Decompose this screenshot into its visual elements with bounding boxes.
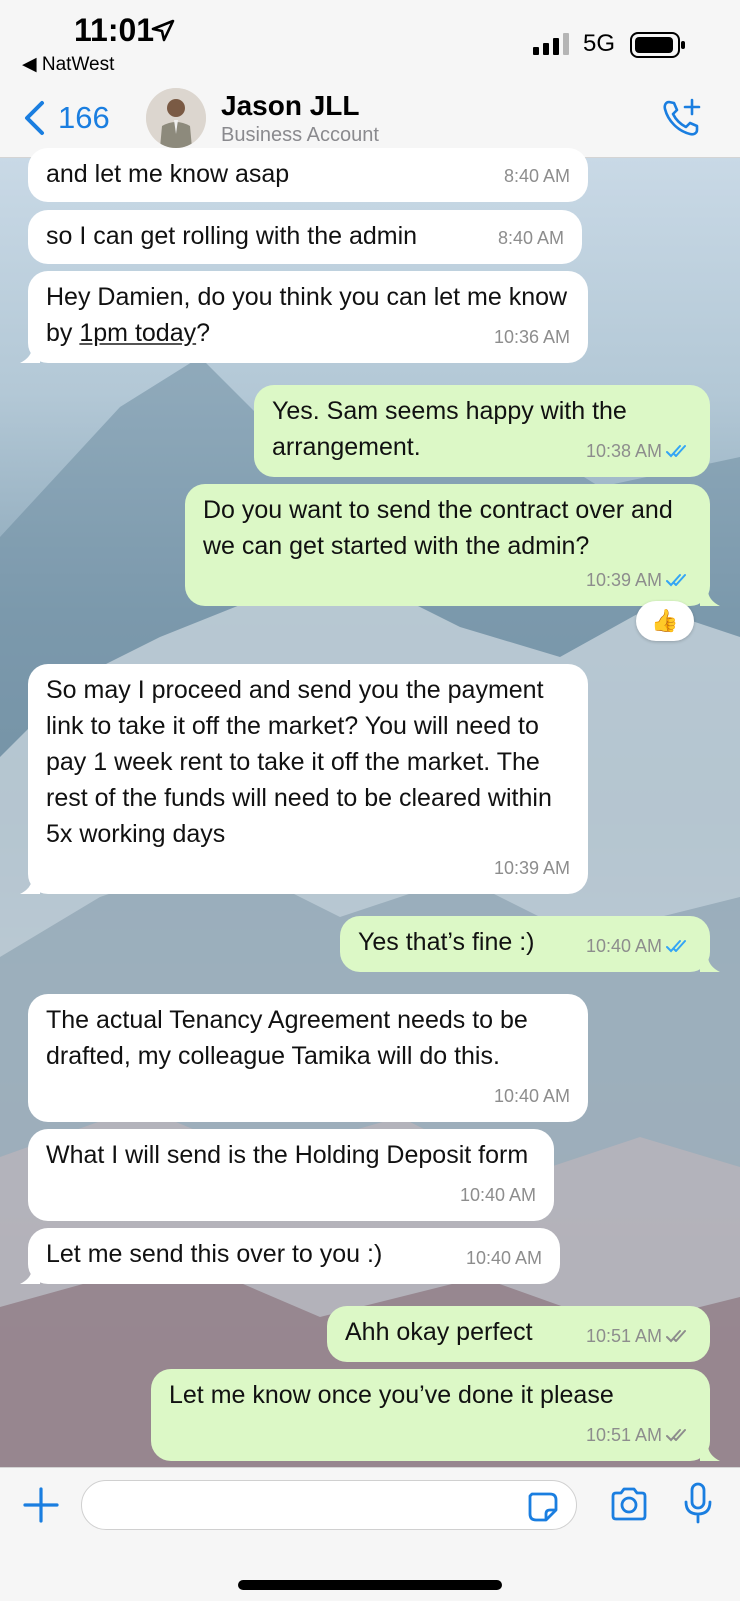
message-time: 10:40 AM xyxy=(585,936,662,956)
message-text: Do you want to send the contract over an… xyxy=(203,496,673,560)
chevron-left-icon xyxy=(25,101,44,135)
message-time: 10:40 AM xyxy=(459,1185,536,1205)
message-time: 10:39 AM xyxy=(585,570,662,590)
message-bubble-incoming[interactable]: Let me send this over to you :) 10:40 AM xyxy=(20,1228,560,1284)
message-text-part: ? xyxy=(196,319,211,347)
status-bar: 11:01 ◀ NatWest 5G xyxy=(0,0,740,82)
message-bubble-incoming[interactable]: and let me know asap 8:40 AM xyxy=(28,148,588,202)
back-button[interactable]: 166 xyxy=(22,100,110,136)
avatar-photo xyxy=(146,88,206,148)
message-bubble-outgoing[interactable]: Yes. Sam seems happy with the arrangemen… xyxy=(254,385,710,477)
avatar[interactable] xyxy=(146,88,206,148)
signal-icon xyxy=(533,33,569,55)
message-composer xyxy=(0,1467,740,1601)
message-meta: 10:38 AM xyxy=(586,433,692,469)
mic-icon[interactable] xyxy=(683,1482,713,1524)
back-app-label: NatWest xyxy=(41,54,115,75)
call-add-icon[interactable] xyxy=(660,96,704,140)
message-time: 10:40 AM xyxy=(493,1086,570,1106)
message-time: 10:36 AM xyxy=(493,327,570,347)
message-time: 8:40 AM xyxy=(503,166,570,186)
sticker-icon[interactable] xyxy=(526,1490,560,1524)
message-time: 10:39 AM xyxy=(493,858,570,878)
message-meta: 10:39 AM xyxy=(586,562,692,598)
message-time: 10:51 AM xyxy=(585,1326,662,1346)
message-text: The actual Tenancy Agreement needs to be… xyxy=(46,1006,528,1070)
message-bubble-outgoing[interactable]: Ahh okay perfect 10:51 AM xyxy=(327,1306,710,1362)
contact-name[interactable]: Jason JLL xyxy=(221,90,359,122)
double-check-icon xyxy=(666,1330,686,1343)
message-meta: 10:51 AM xyxy=(586,1318,692,1354)
message-time: 8:40 AM xyxy=(497,228,564,248)
message-meta: 10:40 AM xyxy=(586,928,692,964)
message-bubble-incoming[interactable]: so I can get rolling with the admin 8:40… xyxy=(28,210,582,264)
message-meta: 10:51 AM xyxy=(586,1417,692,1453)
battery-icon xyxy=(630,32,685,58)
bubble-tail xyxy=(700,590,720,606)
message-bubble-incoming[interactable]: Hey Damien, do you think you can let me … xyxy=(20,271,588,363)
message-text: What I will send is the Holding Deposit … xyxy=(46,1141,529,1169)
contact-subtitle: Business Account xyxy=(221,124,379,146)
unread-count: 166 xyxy=(58,100,110,135)
message-text: Yes. Sam seems happy with the arrangemen… xyxy=(272,397,627,461)
message-text: so I can get rolling with the admin xyxy=(46,222,418,250)
home-indicator[interactable] xyxy=(238,1580,502,1590)
message-text: and let me know asap xyxy=(46,160,290,188)
network-type: 5G xyxy=(583,30,616,57)
bubble-tail xyxy=(20,878,40,894)
message-bubble-incoming[interactable]: The actual Tenancy Agreement needs to be… xyxy=(28,994,588,1122)
bubble-tail xyxy=(700,1445,720,1461)
double-check-icon xyxy=(666,574,686,587)
message-bubble-outgoing[interactable]: Yes that’s fine :) 10:40 AM xyxy=(340,916,720,972)
double-check-icon xyxy=(666,445,686,458)
plus-icon[interactable] xyxy=(22,1486,60,1524)
message-date-link[interactable]: 1pm today xyxy=(79,319,196,347)
message-input[interactable] xyxy=(81,1480,577,1530)
message-text: Yes that’s fine :) xyxy=(358,928,535,956)
message-text: So may I proceed and send you the paymen… xyxy=(46,676,552,848)
message-text: Let me send this over to you :) xyxy=(46,1240,383,1268)
message-text: Let me know once you’ve done it please xyxy=(169,1381,614,1409)
message-time: 10:38 AM xyxy=(585,441,662,461)
message-time: 10:51 AM xyxy=(585,1425,662,1445)
message-bubble-incoming[interactable]: So may I proceed and send you the paymen… xyxy=(20,664,588,894)
status-time: 11:01 xyxy=(74,12,155,48)
double-check-icon xyxy=(666,940,686,953)
bubble-tail xyxy=(700,956,720,972)
bubble-tail xyxy=(20,347,40,363)
message-text: Ahh okay perfect xyxy=(345,1318,533,1346)
reaction-badge[interactable]: 👍 xyxy=(636,601,694,641)
chat-header: 166 Jason JLL Business Account xyxy=(0,82,740,158)
message-bubble-incoming[interactable]: What I will send is the Holding Deposit … xyxy=(28,1129,554,1221)
back-to-app[interactable]: ◀ NatWest xyxy=(22,53,114,76)
double-check-icon xyxy=(666,1429,686,1442)
bubble-tail xyxy=(20,1268,40,1284)
message-bubble-outgoing[interactable]: Do you want to send the contract over an… xyxy=(185,484,720,606)
camera-icon[interactable] xyxy=(609,1486,649,1522)
message-bubble-outgoing[interactable]: Let me know once you’ve done it please 1… xyxy=(151,1369,720,1461)
message-time: 10:40 AM xyxy=(465,1248,542,1268)
location-arrow-icon xyxy=(151,19,175,42)
